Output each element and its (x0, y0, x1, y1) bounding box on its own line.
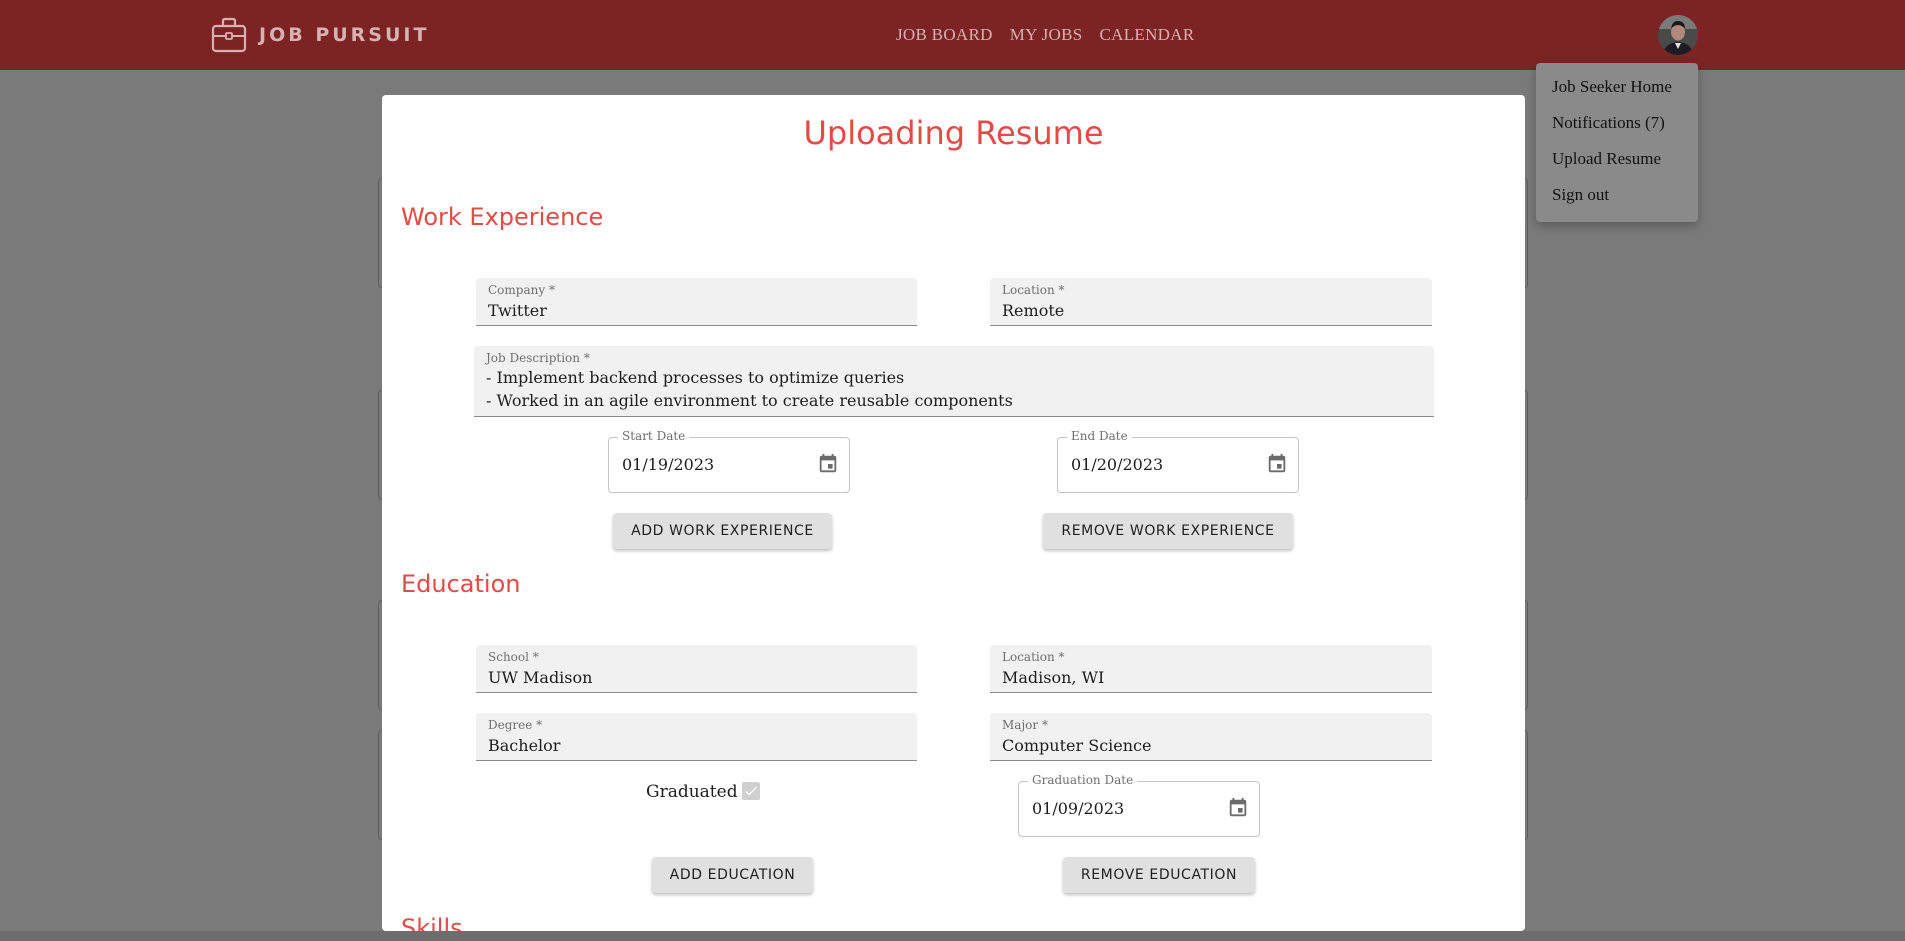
bg-footer-strip (0, 931, 1905, 941)
start-date-value: 01/19/2023 (622, 455, 715, 474)
main-nav: JOB BOARD MY JOBS CALENDAR (896, 25, 1194, 45)
company-field[interactable]: Company * Twitter (476, 278, 917, 326)
major-value: Computer Science (1002, 736, 1152, 755)
nav-job-board[interactable]: JOB BOARD (896, 25, 993, 45)
end-date-value: 01/20/2023 (1071, 455, 1164, 474)
menu-item-job-seeker-home[interactable]: Job Seeker Home (1536, 75, 1698, 111)
start-date-label: Start Date (618, 429, 690, 443)
add-work-experience-button[interactable]: ADD WORK EXPERIENCE (613, 513, 832, 549)
calendar-icon[interactable] (1227, 797, 1249, 823)
company-label: Company * (488, 283, 555, 297)
menu-item-sign-out[interactable]: Sign out (1536, 183, 1698, 219)
graduation-date-picker[interactable]: Graduation Date 01/09/2023 (1018, 773, 1260, 837)
remove-education-button[interactable]: REMOVE EDUCATION (1063, 857, 1255, 893)
school-label: School * (488, 650, 539, 664)
work-experience-heading: Work Experience (401, 203, 604, 231)
remove-work-experience-button[interactable]: REMOVE WORK EXPERIENCE (1043, 513, 1293, 549)
briefcase-icon (211, 16, 247, 54)
education-location-field[interactable]: Location * Madison, WI (990, 645, 1432, 693)
school-value: UW Madison (488, 668, 593, 687)
skills-heading: Skills (401, 914, 463, 931)
account-menu: Job Seeker Home Notifications (7) Upload… (1536, 63, 1698, 222)
graduation-date-value: 01/09/2023 (1032, 799, 1125, 818)
upload-resume-modal: Uploading Resume Work Experience Company… (382, 95, 1525, 931)
nav-calendar[interactable]: CALENDAR (1100, 25, 1195, 45)
menu-item-notifications[interactable]: Notifications (7) (1536, 111, 1698, 147)
nav-my-jobs[interactable]: MY JOBS (1010, 25, 1083, 45)
modal-title: Uploading Resume (803, 114, 1104, 152)
add-education-button[interactable]: ADD EDUCATION (652, 857, 813, 893)
user-avatar[interactable] (1658, 15, 1698, 55)
top-nav-bar: JOB PURSUIT JOB BOARD MY JOBS CALENDAR (0, 0, 1905, 70)
logo[interactable]: JOB PURSUIT (211, 16, 429, 54)
work-location-label: Location * (1002, 283, 1065, 297)
calendar-icon[interactable] (817, 453, 839, 479)
calendar-icon[interactable] (1266, 453, 1288, 479)
start-date-picker[interactable]: Start Date 01/19/2023 (608, 429, 850, 493)
company-value: Twitter (488, 301, 547, 320)
major-field[interactable]: Major * Computer Science (990, 713, 1432, 761)
graduated-label: Graduated (646, 782, 738, 802)
education-heading: Education (401, 570, 521, 598)
school-field[interactable]: School * UW Madison (476, 645, 917, 693)
major-label: Major * (1002, 718, 1048, 732)
graduation-date-label: Graduation Date (1028, 773, 1138, 787)
degree-field[interactable]: Degree * Bachelor (476, 713, 917, 761)
degree-label: Degree * (488, 718, 543, 732)
job-description-value: - Implement backend processes to optimiz… (486, 368, 1013, 410)
education-location-value: Madison, WI (1002, 668, 1105, 687)
work-location-field[interactable]: Location * Remote (990, 278, 1432, 326)
end-date-picker[interactable]: End Date 01/20/2023 (1057, 429, 1299, 493)
job-description-label: Job Description * (486, 351, 590, 365)
menu-item-upload-resume[interactable]: Upload Resume (1536, 147, 1698, 183)
job-description-field[interactable]: Job Description * - Implement backend pr… (474, 346, 1434, 417)
graduated-checkbox[interactable] (742, 782, 760, 800)
logo-text: JOB PURSUIT (259, 24, 430, 46)
work-location-value: Remote (1002, 301, 1065, 320)
end-date-label: End Date (1067, 429, 1132, 443)
education-location-label: Location * (1002, 650, 1065, 664)
degree-value: Bachelor (488, 736, 561, 755)
